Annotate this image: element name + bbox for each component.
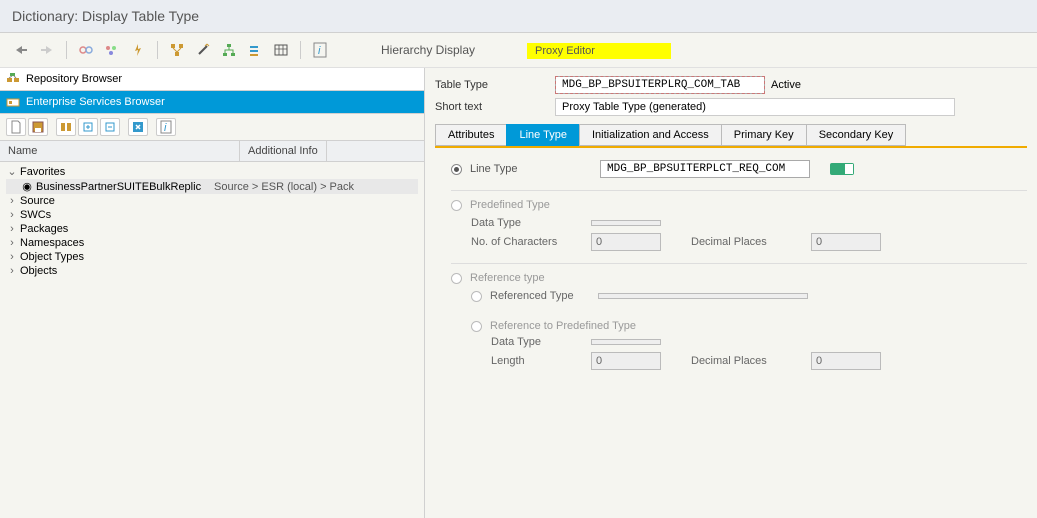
chevron-right-icon[interactable]: › [6, 251, 18, 263]
refpredef-datatype-label: Data Type [491, 336, 591, 348]
tree-toolbar: i [0, 114, 424, 141]
col-additional[interactable]: Additional Info [240, 141, 327, 161]
esb-icon [6, 95, 20, 109]
short-text-label: Short text [435, 101, 555, 113]
save-icon[interactable] [28, 118, 48, 136]
right-pane: Table Type MDG_BP_BPSUITERPLRQ_COM_TAB A… [425, 68, 1037, 518]
tree-bp-addl: Source > ESR (local) > Pack [210, 181, 354, 193]
proxy-editor-link[interactable]: Proxy Editor [515, 43, 683, 57]
chevron-down-icon[interactable]: ⌄ [6, 165, 18, 178]
ref-type-label: Referenced Type [490, 290, 598, 302]
predef-datatype-input [591, 220, 661, 226]
col-name[interactable]: Name [0, 141, 240, 161]
tree-swcs[interactable]: ›SWCs [6, 208, 418, 222]
table-type-label: Table Type [435, 79, 555, 91]
where-used-icon[interactable] [166, 39, 188, 61]
radio-ref-type[interactable] [471, 291, 482, 302]
window-title: Dictionary: Display Table Type [0, 0, 1037, 33]
tree-column-headers: Name Additional Info [0, 141, 424, 162]
radio-ref-predef[interactable] [471, 321, 482, 332]
back-button[interactable] [10, 39, 32, 61]
predef-nochars-label: No. of Characters [471, 236, 591, 248]
refpredef-datatype-input [591, 339, 661, 345]
tree-bp-item[interactable]: ◉ BusinessPartnerSUITEBulkReplic Source … [6, 179, 418, 194]
repo-icon [6, 72, 20, 86]
active-status: Active [765, 77, 807, 93]
expand-icon[interactable] [78, 118, 98, 136]
table-type-value[interactable]: MDG_BP_BPSUITERPLRQ_COM_TAB [555, 76, 765, 94]
radio-line-type-label: Line Type [470, 163, 600, 175]
table-icon[interactable] [270, 39, 292, 61]
tree-object-types[interactable]: ›Object Types [6, 250, 418, 264]
tree-packages[interactable]: ›Packages [6, 222, 418, 236]
new-icon[interactable] [6, 118, 26, 136]
collapse-icon[interactable] [100, 118, 120, 136]
wand-icon[interactable] [192, 39, 214, 61]
ref-type-input [598, 293, 808, 299]
forward-button[interactable] [36, 39, 58, 61]
predef-datatype-label: Data Type [471, 217, 591, 229]
radio-predefined[interactable] [451, 200, 462, 211]
tab-primary-key[interactable]: Primary Key [721, 124, 807, 146]
chevron-right-icon[interactable]: › [6, 223, 18, 235]
enterprise-services-browser-header[interactable]: Enterprise Services Browser [0, 91, 424, 114]
refpredef-length-input: 0 [591, 352, 661, 370]
hierarchy-icon[interactable] [218, 39, 240, 61]
left-pane: Repository Browser Enterprise Services B… [0, 68, 425, 518]
svg-text:i: i [318, 45, 321, 57]
hierarchy-display-link[interactable]: Hierarchy Display [369, 43, 487, 57]
tree-namespaces[interactable]: ›Namespaces [6, 236, 418, 250]
radio-reference[interactable] [451, 273, 462, 284]
repo-browser-label: Repository Browser [26, 73, 122, 85]
svg-text:i: i [164, 122, 167, 134]
tab-attributes[interactable]: Attributes [435, 124, 507, 146]
append-icon[interactable] [244, 39, 266, 61]
refpredef-decimals-label: Decimal Places [691, 355, 811, 367]
columns-icon[interactable] [56, 118, 76, 136]
info-icon[interactable]: i [309, 39, 331, 61]
esb-label: Enterprise Services Browser [26, 96, 165, 108]
repository-browser-header[interactable]: Repository Browser [0, 68, 424, 91]
refpredef-length-label: Length [491, 355, 591, 367]
refpredef-decimals-input: 0 [811, 352, 881, 370]
radio-line-type[interactable] [451, 164, 462, 175]
check-icon[interactable] [101, 39, 123, 61]
tree-objects[interactable]: ›Objects [6, 264, 418, 278]
activate-icon[interactable] [127, 39, 149, 61]
predef-decimals-label: Decimal Places [691, 236, 811, 248]
tree-favorites[interactable]: ⌄Favorites [6, 164, 418, 179]
radio-predefined-label: Predefined Type [470, 199, 550, 211]
short-text-value[interactable]: Proxy Table Type (generated) [555, 98, 955, 116]
tree-view: ⌄Favorites ◉ BusinessPartnerSUITEBulkRep… [0, 162, 424, 280]
tab-init-access[interactable]: Initialization and Access [579, 124, 722, 146]
tab-secondary-key[interactable]: Secondary Key [806, 124, 907, 146]
line-type-switch[interactable] [830, 163, 854, 175]
radio-ref-predef-label: Reference to Predefined Type [490, 320, 636, 332]
chevron-right-icon[interactable]: › [6, 195, 18, 207]
chevron-right-icon[interactable]: › [6, 237, 18, 249]
tree-source[interactable]: ›Source [6, 194, 418, 208]
info-btn[interactable]: i [156, 118, 176, 136]
close-btn[interactable] [128, 118, 148, 136]
display-toggle-icon[interactable] [75, 39, 97, 61]
line-type-value[interactable]: MDG_BP_BPSUITERPLCT_REQ_COM [600, 160, 810, 178]
tab-strip: Attributes Line Type Initialization and … [435, 124, 1027, 148]
radio-reference-label: Reference type [470, 272, 545, 284]
main-toolbar: i Hierarchy Display Proxy Editor [0, 33, 1037, 68]
tab-line-type[interactable]: Line Type [506, 124, 580, 146]
chevron-right-icon[interactable]: › [6, 209, 18, 221]
chevron-right-icon[interactable]: › [6, 265, 18, 277]
predef-nochars-input: 0 [591, 233, 661, 251]
predef-decimals-input: 0 [811, 233, 881, 251]
bullet-icon: ◉ [20, 180, 34, 193]
